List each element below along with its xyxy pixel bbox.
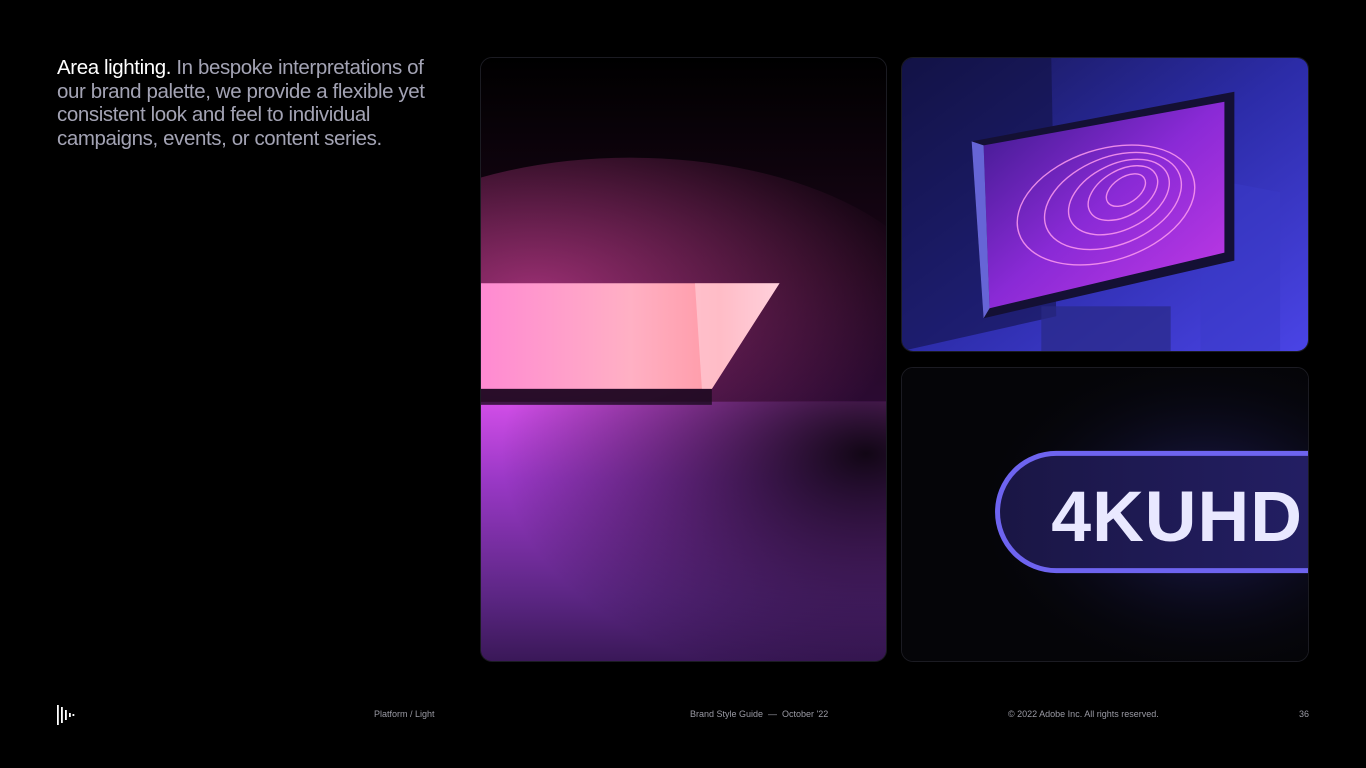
badge-image: 4KUHD [901, 367, 1309, 662]
light-bar-image [480, 57, 887, 662]
monitor-scene [902, 58, 1308, 351]
intro-paragraph: Area lighting. In bespoke interpretation… [57, 56, 427, 150]
brand-mark-icon [57, 705, 75, 725]
footer-section-label: Platform / Light [374, 709, 435, 719]
intro-lead: Area lighting. [57, 56, 172, 79]
badge-scene: 4KUHD [902, 368, 1308, 661]
light-bar-scene [481, 58, 886, 661]
badge-text: 4KUHD [1051, 477, 1303, 557]
footer-copyright: © 2022 Adobe Inc. All rights reserved. [1008, 709, 1159, 719]
footer-guide-label: Brand Style Guide — October '22 [690, 709, 829, 719]
monitor-image [901, 57, 1309, 352]
page-number: 36 [1298, 709, 1309, 719]
